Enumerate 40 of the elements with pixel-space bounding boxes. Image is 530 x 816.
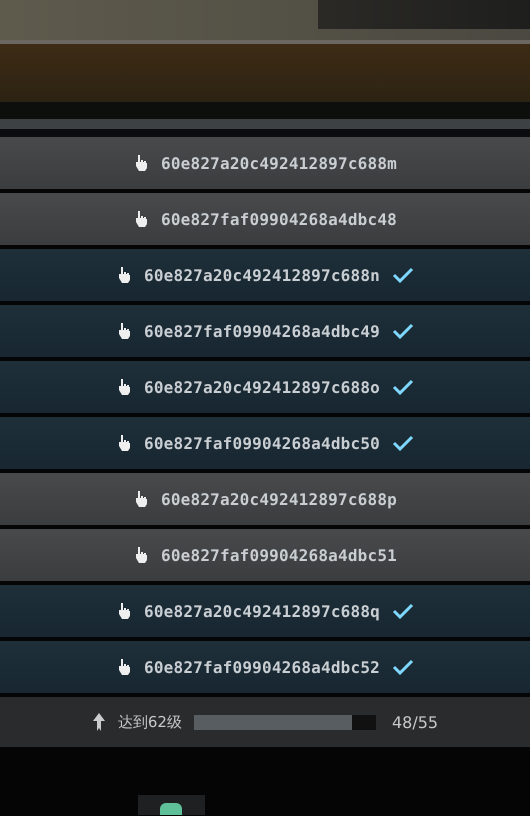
- code-row[interactable]: 60e827faf09904268a4dbc52: [0, 641, 530, 693]
- hand-pointer-icon: [116, 602, 132, 620]
- check-icon: [392, 434, 414, 452]
- hand-pointer-icon: [116, 322, 132, 340]
- code-text: 60e827faf09904268a4dbc51: [161, 546, 397, 564]
- code-text: 60e827a20c492412897c688q: [144, 602, 380, 620]
- code-row[interactable]: 60e827a20c492412897c688m: [0, 137, 530, 189]
- hand-pointer-icon: [116, 266, 132, 284]
- arrow-up-icon: [92, 712, 106, 732]
- hand-pointer-icon: [133, 154, 149, 172]
- code-row[interactable]: 60e827a20c492412897c688q: [0, 585, 530, 637]
- hand-pointer-icon: [133, 490, 149, 508]
- code-row[interactable]: 60e827a20c492412897c688o: [0, 361, 530, 413]
- code-row[interactable]: 60e827faf09904268a4dbc48: [0, 193, 530, 245]
- code-row[interactable]: 60e827a20c492412897c688n: [0, 249, 530, 301]
- code-text: 60e827faf09904268a4dbc50: [144, 434, 380, 452]
- code-row[interactable]: 60e827faf09904268a4dbc51: [0, 529, 530, 581]
- check-icon: [392, 266, 414, 284]
- code-text: 60e827faf09904268a4dbc48: [161, 210, 397, 228]
- check-icon: [392, 602, 414, 620]
- progress-reading: 48/55: [392, 712, 438, 732]
- check-icon: [392, 658, 414, 676]
- code-text: 60e827a20c492412897c688n: [144, 266, 380, 284]
- tab[interactable]: [138, 795, 205, 815]
- hand-pointer-icon: [133, 210, 149, 228]
- check-icon: [392, 322, 414, 340]
- code-text: 60e827faf09904268a4dbc49: [144, 322, 380, 340]
- hand-pointer-icon: [116, 378, 132, 396]
- hand-pointer-icon: [133, 546, 149, 564]
- check-icon: [392, 378, 414, 396]
- hand-pointer-icon: [116, 434, 132, 452]
- progress-label: 达到62级: [118, 712, 182, 732]
- code-text: 60e827faf09904268a4dbc52: [144, 658, 380, 676]
- code-text: 60e827a20c492412897c688o: [144, 378, 380, 396]
- code-text: 60e827a20c492412897c688m: [161, 154, 397, 172]
- code-row[interactable]: 60e827faf09904268a4dbc50: [0, 417, 530, 469]
- code-text: 60e827a20c492412897c688p: [161, 490, 397, 508]
- code-row[interactable]: 60e827faf09904268a4dbc49: [0, 305, 530, 357]
- hand-pointer-icon: [116, 658, 132, 676]
- code-row[interactable]: 60e827a20c492412897c688p: [0, 473, 530, 525]
